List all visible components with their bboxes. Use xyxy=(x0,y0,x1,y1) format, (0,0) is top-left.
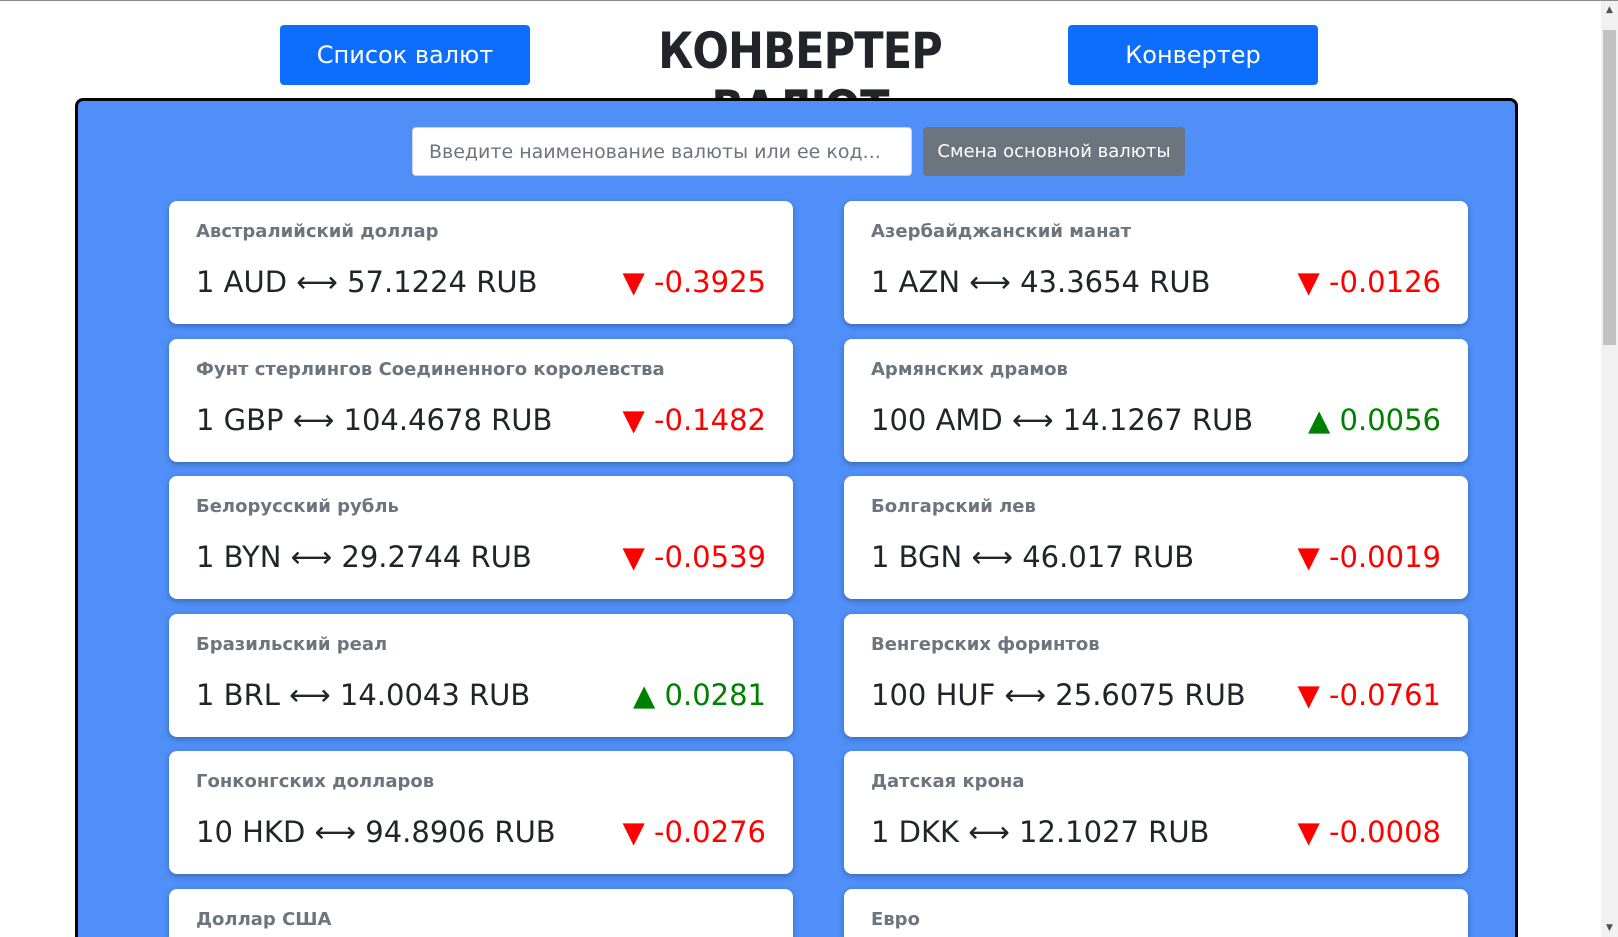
currency-rate: 100 HUF ⟷ 25.6075 RUB xyxy=(871,678,1246,712)
currency-name: Болгарский лев xyxy=(871,496,1036,517)
currency-card[interactable]: Гонконгских долларов 10 HKD ⟷ 94.8906 RU… xyxy=(169,751,793,874)
currency-change: ▲ 0.0281 xyxy=(633,678,766,712)
currency-name: Австралийский доллар xyxy=(196,221,439,242)
scroll-down-arrow-icon[interactable]: ▼ xyxy=(1601,919,1618,936)
currency-card[interactable]: Фунт стерлингов Соединенного королевства… xyxy=(169,339,793,462)
currency-card[interactable]: Азербайджанский манат 1 AZN ⟷ 43.3654 RU… xyxy=(844,201,1468,324)
page: Список валют КОНВЕРТЕР ВАЛЮТ Конвертер С… xyxy=(0,0,1618,937)
currency-name: Гонконгских долларов xyxy=(196,771,435,792)
currency-name: Доллар США xyxy=(196,909,332,930)
currency-list-button[interactable]: Список валют xyxy=(280,25,530,85)
currency-rate: 1 AUD ⟷ 57.1224 RUB xyxy=(196,265,538,299)
currency-change: ▼ -0.0019 xyxy=(1297,540,1441,574)
currency-change: ▲ 0.0056 xyxy=(1308,403,1441,437)
top-border xyxy=(0,0,1618,1)
currency-card[interactable]: Болгарский лев 1 BGN ⟷ 46.017 RUB ▼ -0.0… xyxy=(844,476,1468,599)
currency-rate: 10 HKD ⟷ 94.8906 RUB xyxy=(196,815,556,849)
currency-change: ▼ -0.0539 xyxy=(622,540,766,574)
currency-card[interactable]: Евро xyxy=(844,889,1468,937)
currency-name: Армянских драмов xyxy=(871,359,1068,380)
converter-button[interactable]: Конвертер xyxy=(1068,25,1318,85)
currency-rate: 1 AZN ⟷ 43.3654 RUB xyxy=(871,265,1211,299)
currency-change: ▼ -0.0761 xyxy=(1297,678,1441,712)
currency-card[interactable]: Датская крона 1 DKK ⟷ 12.1027 RUB ▼ -0.0… xyxy=(844,751,1468,874)
currency-change: ▼ -0.0008 xyxy=(1297,815,1441,849)
currency-rate: 1 BRL ⟷ 14.0043 RUB xyxy=(196,678,531,712)
currency-card[interactable]: Доллар США xyxy=(169,889,793,937)
change-base-currency-button[interactable]: Смена основной валюты xyxy=(923,127,1185,176)
currency-name: Датская крона xyxy=(871,771,1025,792)
currency-rate: 1 GBP ⟷ 104.4678 RUB xyxy=(196,403,553,437)
currency-name: Азербайджанский манат xyxy=(871,221,1132,242)
currency-change: ▼ -0.0126 xyxy=(1297,265,1441,299)
currency-name: Фунт стерлингов Соединенного королевства xyxy=(196,359,665,380)
currency-change: ▼ -0.1482 xyxy=(622,403,766,437)
currency-change: ▼ -0.0276 xyxy=(622,815,766,849)
search-input[interactable] xyxy=(412,127,912,176)
currency-rate: 1 BYN ⟷ 29.2744 RUB xyxy=(196,540,532,574)
currency-name: Венгерских форинтов xyxy=(871,634,1100,655)
currency-change: ▼ -0.3925 xyxy=(622,265,766,299)
currency-name: Бразильский реал xyxy=(196,634,388,655)
currency-card[interactable]: Бразильский реал 1 BRL ⟷ 14.0043 RUB ▲ 0… xyxy=(169,614,793,737)
scrollbar-thumb[interactable] xyxy=(1603,30,1616,345)
currency-card[interactable]: Армянских драмов 100 AMD ⟷ 14.1267 RUB ▲… xyxy=(844,339,1468,462)
currency-rate: 100 AMD ⟷ 14.1267 RUB xyxy=(871,403,1254,437)
currency-name: Белорусский рубль xyxy=(196,496,399,517)
scroll-up-arrow-icon[interactable]: ▲ xyxy=(1601,1,1618,18)
currency-card[interactable]: Австралийский доллар 1 AUD ⟷ 57.1224 RUB… xyxy=(169,201,793,324)
currency-rate: 1 BGN ⟷ 46.017 RUB xyxy=(871,540,1195,574)
currency-card[interactable]: Венгерских форинтов 100 HUF ⟷ 25.6075 RU… xyxy=(844,614,1468,737)
currency-rate: 1 DKK ⟷ 12.1027 RUB xyxy=(871,815,1210,849)
currency-card[interactable]: Белорусский рубль 1 BYN ⟷ 29.2744 RUB ▼ … xyxy=(169,476,793,599)
currency-name: Евро xyxy=(871,909,920,930)
